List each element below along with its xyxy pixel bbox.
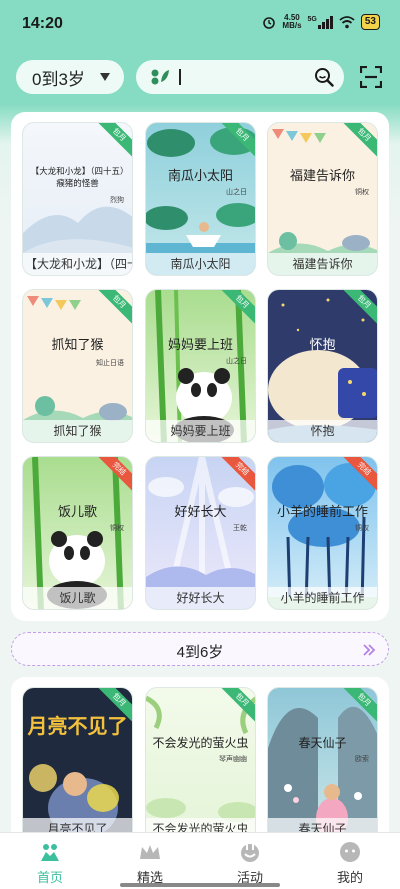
age-group-title: 4到6岁: [176, 644, 224, 661]
book-title: 南瓜小太阳: [146, 253, 255, 275]
age-group-header-4-6[interactable]: 4到6岁: [11, 632, 389, 666]
home-indicator[interactable]: [120, 883, 280, 887]
tab-label: 首页: [36, 870, 63, 885]
status-icons: 4.50 MB/s 5G 53: [262, 14, 380, 30]
book-title: 春天仙子: [268, 818, 377, 832]
activity-icon: [241, 844, 259, 862]
book-card[interactable]: 不会发光的萤火虫 琴声幽幽 包月 不会发光的萤火虫: [145, 687, 256, 832]
book-title: 好好长大: [146, 587, 255, 609]
book-grid-0-3: 【大龙和小龙】（四十五）瘊猪的怪兽 烈狗 包月 【大龙和小龙】（四十… 南瓜小太…: [11, 112, 389, 621]
header-bar: 0到3岁: [0, 48, 400, 104]
age-group-dropdown[interactable]: 0到3岁: [16, 60, 124, 94]
book-title: 抓知了猴: [23, 420, 132, 442]
book-title: 怀抱: [268, 420, 377, 442]
scan-icon[interactable]: [360, 66, 382, 88]
book-card[interactable]: 饭儿歌 铜权 完结 饭儿歌: [22, 456, 133, 610]
double-chevron-right-icon: [363, 644, 376, 656]
search-icon[interactable]: [314, 67, 334, 87]
status-time: 14:20: [22, 15, 63, 32]
search-input[interactable]: [136, 60, 344, 94]
battery-indicator: 53: [360, 14, 380, 30]
wifi-icon: [339, 15, 355, 28]
book-title: 小羊的睡前工作: [268, 587, 377, 609]
book-card[interactable]: 春天仙子 欧索 包月 春天仙子: [267, 687, 378, 832]
crown-icon: [140, 845, 160, 859]
book-card[interactable]: 【大龙和小龙】（四十五）瘊猪的怪兽 烈狗 包月 【大龙和小龙】（四十…: [22, 122, 133, 276]
book-title: 【大龙和小龙】（四十…: [23, 253, 132, 275]
home-icon: [41, 844, 59, 861]
book-card[interactable]: 抓知了猴 知止日语 包月 抓知了猴: [22, 289, 133, 443]
book-card[interactable]: 南瓜小太阳 山之日 包月 南瓜小太阳: [145, 122, 256, 276]
book-title: 月亮不见了: [23, 818, 132, 832]
tab-activity[interactable]: 活动: [200, 833, 300, 889]
content-area[interactable]: 【大龙和小龙】（四十五）瘊猪的怪兽 烈狗 包月 【大龙和小龙】（四十… 南瓜小太…: [0, 104, 400, 832]
book-grid-4-6: 月亮不见了 包月 月亮不见了 不会发光的萤火虫 琴声幽幽 包月 不会发光的萤火虫: [11, 677, 389, 832]
age-group-label: 0到3岁: [32, 69, 85, 89]
book-title: 饭儿歌: [23, 587, 132, 609]
book-card[interactable]: 月亮不见了 包月 月亮不见了: [22, 687, 133, 832]
tab-featured[interactable]: 精选: [100, 833, 200, 889]
book-title: 福建告诉你: [268, 253, 377, 275]
caret-down-icon: [100, 73, 110, 81]
tab-label: 我的: [336, 870, 363, 885]
text-cursor: [179, 69, 181, 85]
app-logo-icon: [151, 69, 169, 85]
signal-icon: 5G: [308, 15, 333, 29]
book-title: 不会发光的萤火虫: [146, 818, 255, 832]
book-card[interactable]: 福建告诉你 铜权 包月 福建告诉你: [267, 122, 378, 276]
profile-icon: [340, 842, 360, 862]
status-bar: 14:20 4.50 MB/s 5G 53: [0, 0, 400, 48]
net-speed: 4.50 MB/s: [282, 13, 302, 30]
book-card[interactable]: 妈妈要上班 山之日 包月 妈妈要上班: [145, 289, 256, 443]
alarm-icon: [263, 17, 276, 29]
bottom-tab-bar: 首页 精选 活动 我的: [0, 832, 400, 889]
book-title: 妈妈要上班: [146, 420, 255, 442]
tab-profile[interactable]: 我的: [300, 833, 400, 889]
book-card[interactable]: 小羊的睡前工作 铜权 完结 小羊的睡前工作: [267, 456, 378, 610]
book-card[interactable]: 怀抱 包月 怀抱: [267, 289, 378, 443]
book-card[interactable]: 好好长大 王乾 完结 好好长大: [145, 456, 256, 610]
tab-home[interactable]: 首页: [0, 833, 100, 889]
